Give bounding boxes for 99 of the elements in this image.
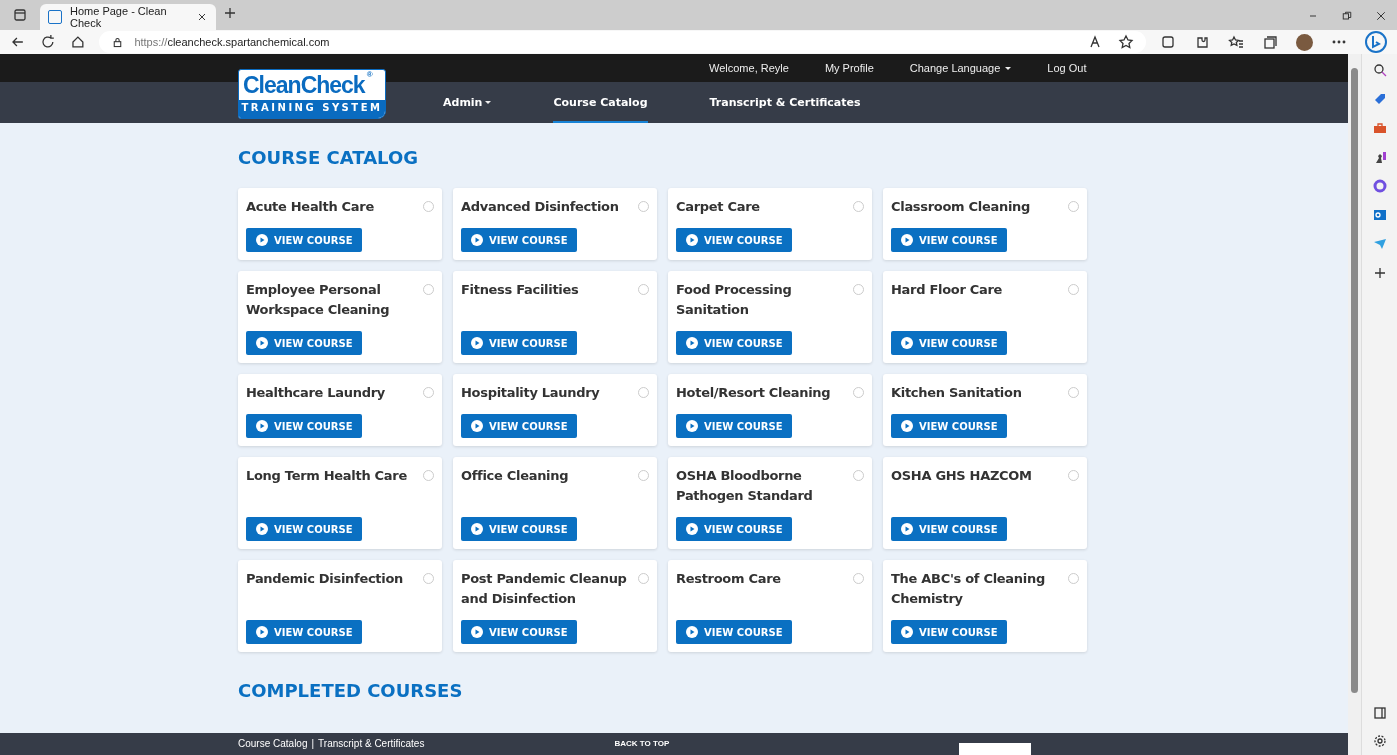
browser-tab[interactable]: Home Page - Clean Check — [40, 4, 216, 30]
course-title: Post Pandemic Cleanup and Disinfection — [461, 570, 628, 609]
view-course-button[interactable]: VIEW COURSE — [676, 620, 792, 645]
play-icon — [901, 523, 913, 536]
home-icon[interactable] — [69, 34, 86, 50]
profile-avatar[interactable] — [1296, 33, 1313, 51]
view-course-button[interactable]: VIEW COURSE — [676, 228, 792, 253]
extensions-icon[interactable] — [1194, 34, 1210, 50]
view-course-button[interactable]: VIEW COURSE — [891, 414, 1007, 439]
course-title: Long Term Health Care — [246, 467, 407, 486]
course-title: Classroom Cleaning — [891, 198, 1031, 217]
play-icon — [686, 337, 698, 350]
play-icon — [471, 420, 483, 433]
footer-link[interactable]: Transcript & Certificates — [318, 738, 425, 751]
play-icon — [901, 626, 913, 639]
view-course-button[interactable]: VIEW COURSE — [891, 620, 1007, 645]
view-course-button[interactable]: VIEW COURSE — [461, 517, 577, 542]
course-title: Employee Personal Workspace Cleaning — [246, 281, 391, 320]
close-icon[interactable] — [1375, 10, 1387, 22]
play-icon — [901, 420, 913, 433]
address-field[interactable]: https://cleancheck.spartanchemical.com — [99, 31, 1146, 53]
play-icon — [471, 234, 483, 247]
scrollbar[interactable] — [1348, 54, 1361, 755]
view-course-button[interactable]: VIEW COURSE — [891, 228, 1007, 253]
search-icon[interactable] — [1371, 62, 1388, 78]
play-icon — [256, 420, 268, 433]
copilot-icon[interactable] — [1365, 31, 1387, 53]
course-title: Healthcare Laundry — [246, 384, 385, 403]
play-icon — [471, 523, 483, 536]
view-course-button[interactable]: VIEW COURSE — [676, 414, 792, 439]
top-link[interactable]: Welcome, Reyle — [709, 62, 789, 75]
view-course-button[interactable]: VIEW COURSE — [676, 517, 792, 542]
nav-tab[interactable]: Admin — [443, 82, 492, 124]
play-icon — [256, 523, 268, 536]
view-course-button[interactable]: VIEW COURSE — [246, 331, 362, 356]
nav-tab[interactable]: Course Catalog — [553, 82, 648, 124]
section-heading: COMPLETED COURSES — [238, 680, 464, 702]
view-course-button[interactable]: VIEW COURSE — [246, 517, 362, 542]
course-title: Carpet Care — [676, 198, 760, 217]
course-title: Kitchen Sanitation — [891, 384, 1022, 403]
top-link[interactable]: My Profile — [824, 62, 874, 75]
sidebar-icon[interactable] — [1371, 705, 1388, 721]
play-icon — [686, 234, 698, 247]
new-tab-icon[interactable] — [222, 5, 238, 21]
top-link[interactable]: Change Language — [909, 62, 1012, 75]
view-course-button[interactable]: VIEW COURSE — [461, 331, 577, 356]
play-icon — [256, 337, 268, 350]
view-course-button[interactable]: VIEW COURSE — [461, 620, 577, 645]
favicon-icon — [48, 10, 62, 24]
footer-link[interactable]: Course Catalog — [238, 738, 308, 751]
logo[interactable]: CleanCheck$^{®}$ TRAINING SYSTEM — [238, 69, 386, 120]
course-title: Pandemic Disinfection — [246, 570, 403, 589]
caret-icon — [1005, 66, 1012, 70]
play-icon — [686, 420, 698, 433]
view-course-button[interactable]: VIEW COURSE — [676, 331, 792, 356]
course-title: OSHA GHS HAZCOM — [891, 467, 1032, 486]
course-title: Food Processing Sanitation — [676, 281, 793, 320]
play-icon — [256, 626, 268, 639]
course-title: Hotel/Resort Cleaning — [676, 384, 831, 403]
course-title: Hospitality Laundry — [461, 384, 600, 403]
view-course-button[interactable]: VIEW COURSE — [246, 620, 362, 645]
play-icon — [686, 626, 698, 639]
play-icon — [256, 234, 268, 247]
separator: | — [311, 738, 315, 751]
tabs-icon[interactable] — [12, 7, 28, 23]
favorites-icon[interactable] — [1228, 34, 1244, 50]
mail-icon[interactable] — [1371, 207, 1388, 223]
course-title: The ABC's of Cleaning Chemistry — [891, 570, 1046, 609]
play-icon — [901, 234, 913, 247]
view-course-button[interactable]: VIEW COURSE — [891, 331, 1007, 356]
nav-tab[interactable]: Transcript & Certificates — [709, 82, 861, 124]
view-course-button[interactable]: VIEW COURSE — [891, 517, 1007, 542]
view-course-button[interactable]: VIEW COURSE — [246, 414, 362, 439]
play-icon — [471, 626, 483, 639]
view-course-button[interactable]: VIEW COURSE — [461, 228, 577, 253]
course-title: Fitness Facilities — [461, 281, 579, 300]
back-to-top-link[interactable]: BACK TO TOP — [614, 738, 670, 751]
url-text: https://cleancheck.spartanchemical.com — [134, 36, 330, 48]
collections-icon[interactable] — [1262, 34, 1278, 50]
course-title: Restroom Care — [676, 570, 781, 589]
view-course-button[interactable]: VIEW COURSE — [461, 414, 577, 439]
course-title: OSHA Bloodborne Pathogen Standard — [676, 467, 814, 506]
play-icon — [686, 523, 698, 536]
section-heading: COURSE CATALOG — [238, 147, 419, 169]
course-title: Hard Floor Care — [891, 281, 1003, 300]
settings-icon[interactable] — [1371, 733, 1388, 749]
course-title: Advanced Disinfection — [461, 198, 619, 217]
play-icon — [901, 337, 913, 350]
close-icon[interactable] — [196, 11, 208, 23]
restore-icon[interactable] — [1341, 10, 1353, 22]
favorite-star-icon[interactable] — [1118, 34, 1134, 50]
course-title: Office Cleaning — [461, 467, 569, 486]
course-title: Acute Health Care — [246, 198, 374, 217]
toolbox-icon[interactable] — [1371, 120, 1388, 136]
play-icon — [471, 337, 483, 350]
refresh-icon[interactable] — [39, 34, 56, 50]
view-course-button[interactable]: VIEW COURSE — [246, 228, 362, 253]
ring-icon[interactable] — [1371, 178, 1388, 194]
top-link[interactable]: Log Out — [1047, 62, 1087, 75]
